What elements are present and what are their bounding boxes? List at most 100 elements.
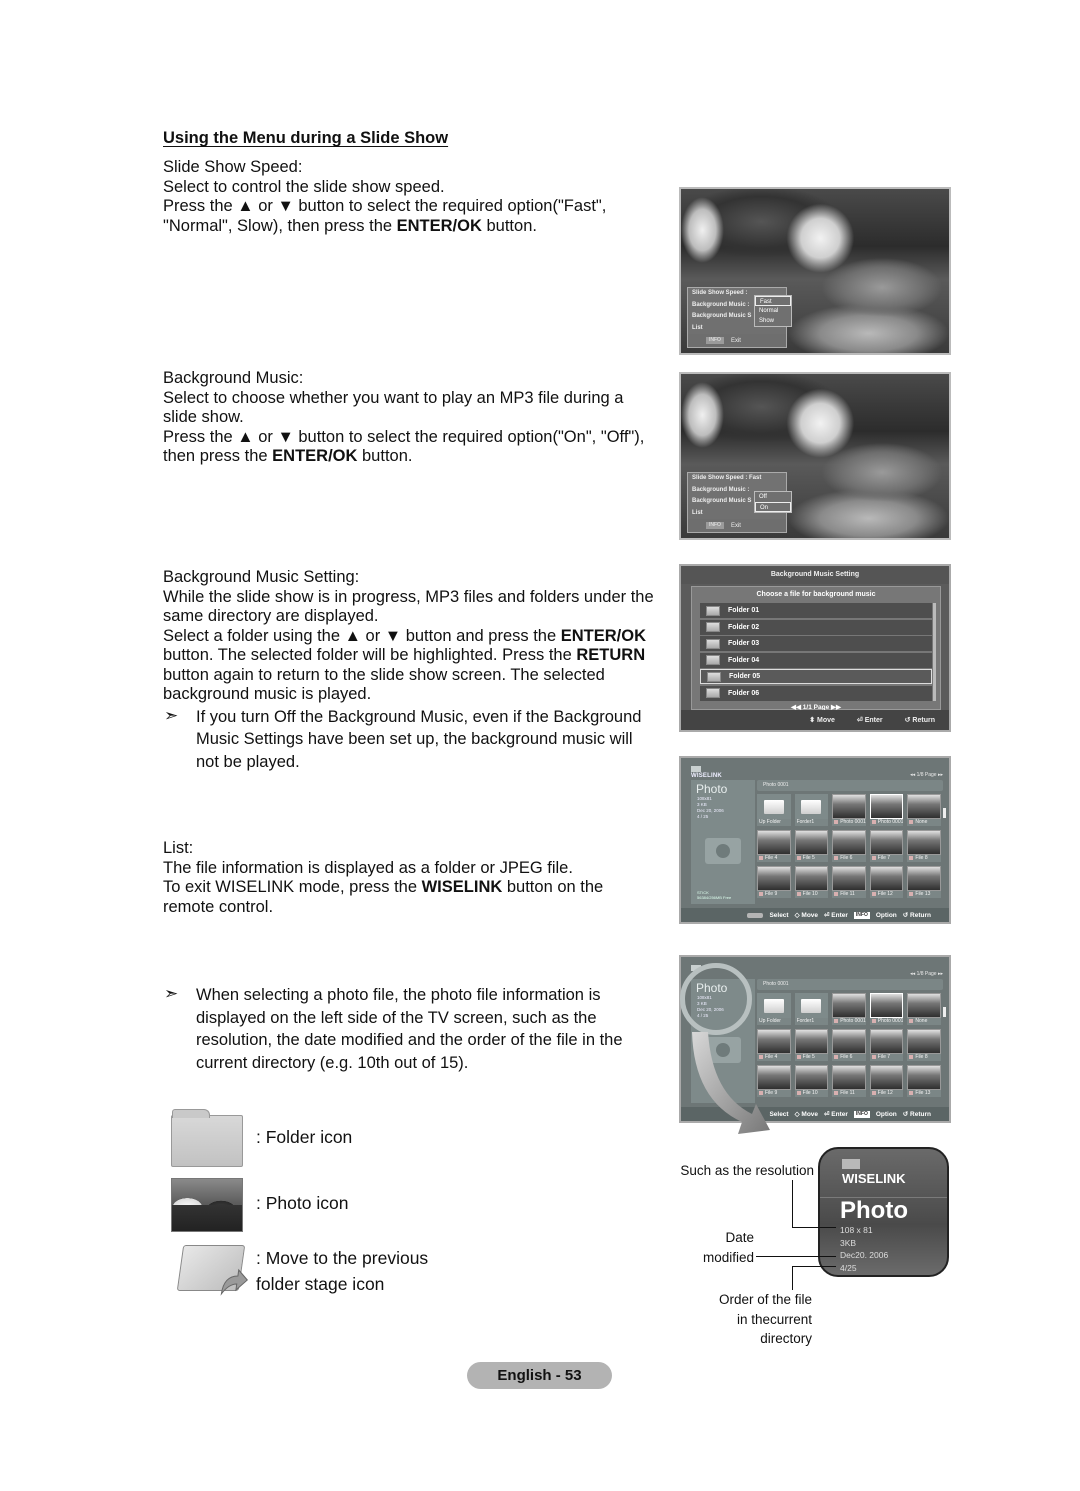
category-title: Photo [840,1197,908,1224]
checkbox-icon[interactable] [871,891,876,896]
select-key-icon [747,912,764,918]
option-hint: Option [875,1110,897,1118]
photo-thumbnail [869,993,904,1018]
scrollbar[interactable] [943,1007,946,1017]
wiselink-logo: WISELINK [842,1171,906,1186]
move-hint: ◇ Move [794,1111,819,1118]
bgm-options-dropdown: Off On [754,491,792,513]
tile-label: File 10 [794,891,829,898]
checkbox-icon[interactable] [909,1090,914,1095]
checkbox-icon[interactable] [909,819,914,824]
photo-tile[interactable]: File 5 [794,1029,829,1062]
option-off[interactable]: Off [755,492,791,502]
scrollbar[interactable] [933,603,936,701]
up-folder-icon [176,1245,249,1296]
photo-tile[interactable]: File 8 [907,830,941,863]
photo-tile[interactable]: File 9 [757,866,791,899]
exit-label[interactable]: Exit [731,523,741,529]
speed-options-dropdown: Fast Normal Show [754,295,792,327]
photo-tile[interactable]: File 6 [832,830,866,863]
photo-thumbnail [794,1065,829,1090]
checkbox-icon[interactable] [796,1090,801,1095]
checkbox-icon[interactable] [759,891,763,896]
checkbox-icon[interactable] [796,1054,801,1059]
photo-thumbnail [907,1065,941,1090]
photo-tile[interactable]: File 12 [869,1065,904,1098]
checkbox-icon[interactable] [871,1018,876,1023]
photo-tile[interactable]: Photo 0001 [869,993,904,1026]
photo-tile[interactable]: Photo 0001 [832,794,866,827]
photo-tile[interactable]: File 8 [907,1029,941,1062]
photo-tile[interactable]: None [907,794,941,827]
tile-label: Photo 0001 [869,819,904,826]
photo-tile[interactable]: File 13 [907,1065,941,1098]
callout-line [792,1227,836,1228]
path-bar: Photo 0001 [757,780,943,791]
photo-tile[interactable]: File 7 [869,1029,904,1062]
checkbox-icon[interactable] [834,819,839,824]
checkbox-icon[interactable] [871,819,876,824]
option-on[interactable]: On [755,502,791,512]
return-hint[interactable]: ↺ Return [903,911,931,919]
camera-icon [705,838,741,864]
page-indicator[interactable]: ◂◂ 1/8 Page ▸▸ [910,971,943,977]
photo-tile[interactable]: File 10 [794,866,829,899]
checkbox-icon[interactable] [871,1090,876,1095]
page-indicator[interactable]: ◂◂ 1/8 Page ▸▸ [910,772,943,778]
checkbox-icon[interactable] [909,855,914,860]
option-fast[interactable]: Fast [755,296,791,306]
checkbox-icon[interactable] [834,1018,839,1023]
photo-tile[interactable]: File 5 [794,830,829,863]
photo-tile[interactable]: File 12 [869,866,904,899]
return-hint[interactable]: ↺ Return [905,716,935,724]
photo-tile[interactable]: File 7 [869,830,904,863]
folder-tile[interactable]: Forder1 [794,794,829,827]
bgm-setting-line2: Select a folder using the ▲ or ▼ button … [163,626,646,703]
osd-row-speed[interactable]: Slide Show Speed : Fast [688,473,786,485]
bgm-setting-title: Background Music Setting [681,566,949,584]
checkbox-icon[interactable] [871,1054,876,1059]
photo-tile[interactable]: File 13 [907,866,941,899]
wiselink-logo-mark [842,1159,860,1169]
folder-tile[interactable]: Up Folder [757,794,791,827]
checkbox-icon[interactable] [834,855,839,860]
folder-tile[interactable]: Forder1 [794,993,829,1026]
checkbox-icon[interactable] [796,855,801,860]
checkbox-icon[interactable] [909,1018,914,1023]
folder-item[interactable]: Folder 04 [700,652,932,668]
checkbox-icon[interactable] [834,1090,839,1095]
checkbox-icon[interactable] [759,855,763,860]
checkbox-icon[interactable] [834,1054,839,1059]
scrollbar[interactable] [943,808,946,818]
exit-label[interactable]: Exit [731,338,741,344]
folder-tile[interactable]: Up Folder [757,993,791,1026]
photo-tile[interactable]: Photo 0001 [832,993,866,1026]
photo-tile[interactable]: File 4 [757,830,791,863]
folder-item[interactable]: Folder 01 [700,603,932,618]
tile-label: File 9 [757,891,791,898]
option-show[interactable]: Show [755,316,791,326]
folder-item-selected[interactable]: Folder 05 [700,669,932,685]
category-title: Photo [696,782,728,796]
checkbox-icon[interactable] [909,891,914,896]
folder-item[interactable]: Folder 06 [700,685,932,701]
photo-thumbnail [757,830,791,855]
photo-tile[interactable]: Photo 0001 [869,794,904,827]
folder-item[interactable]: Folder 03 [700,636,932,652]
photo-tile[interactable]: File 10 [794,1065,829,1098]
checkbox-icon[interactable] [909,1054,914,1059]
checkbox-icon[interactable] [834,891,839,896]
photo-tile[interactable]: File 11 [832,866,866,899]
list-line2: To exit WISELINK mode, press the WISELIN… [163,878,604,916]
folder-item[interactable]: Folder 02 [700,619,932,635]
option-normal[interactable]: Normal [755,306,791,316]
photo-tile[interactable]: File 6 [832,1029,866,1062]
checkbox-icon[interactable] [871,855,876,860]
photo-tile[interactable]: None [907,993,941,1026]
photo-tile[interactable]: File 11 [832,1065,866,1098]
return-hint[interactable]: ↺ Return [903,1110,931,1118]
section-title: Using the Menu during a Slide Show [163,129,449,147]
slideshow-osd-menu: Slide Show Speed : Fast Background Music… [687,472,792,533]
checkbox-icon[interactable] [796,891,801,896]
wiselink-logo: WISELINK [691,766,722,779]
